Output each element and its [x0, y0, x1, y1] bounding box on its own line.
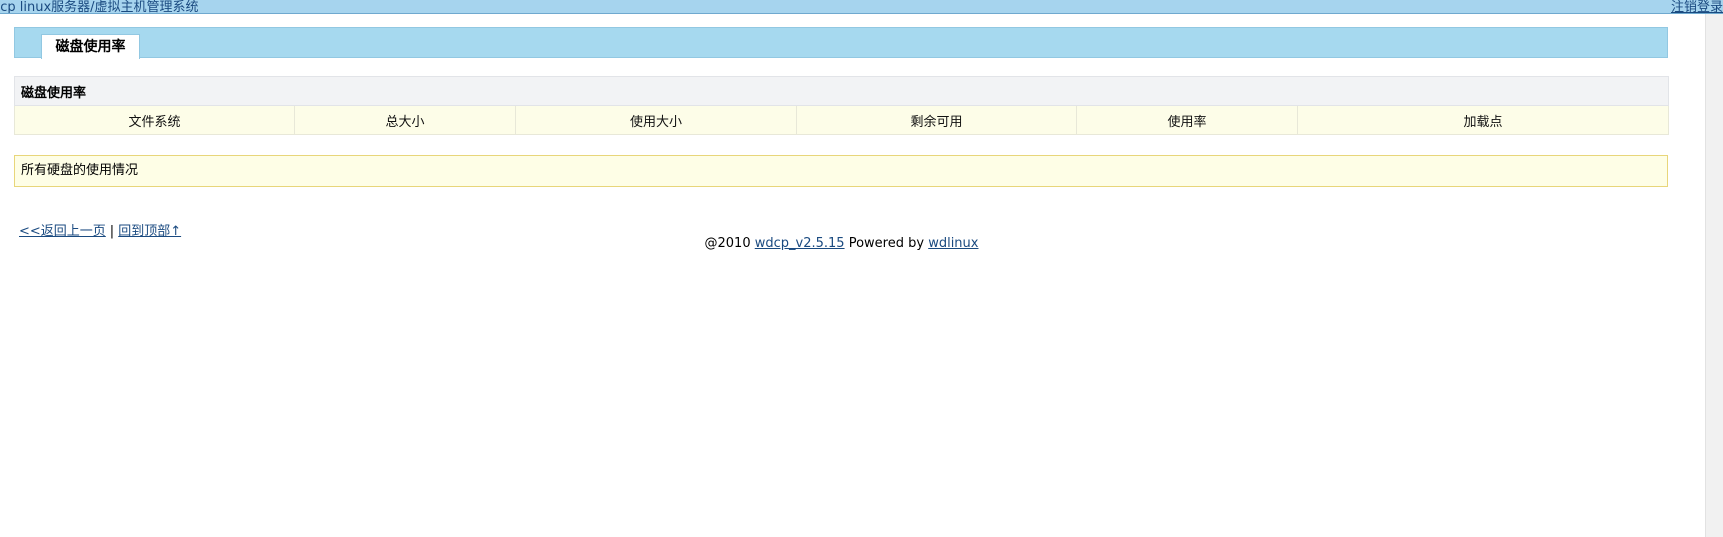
system-title: dcp linux服务器/虚拟主机管理系统 — [0, 0, 199, 14]
vendor-link[interactable]: wdlinux — [928, 236, 978, 251]
logout-link[interactable]: 注销登录 — [1671, 0, 1723, 13]
table-caption: 磁盘使用率 — [13, 76, 1670, 106]
footer: @2010 wdcp_v2.5.15 Powered by wdlinux — [0, 236, 1683, 251]
column-header-total-size: 总大小 — [294, 105, 516, 135]
footer-powered-by: Powered by — [848, 236, 925, 251]
column-header-usage-rate: 使用率 — [1076, 105, 1298, 135]
table-header-row: 文件系统 总大小 使用大小 剩余可用 使用率 加载点 — [14, 105, 1670, 135]
top-header-bar: dcp linux服务器/虚拟主机管理系统 注销登录 — [0, 0, 1723, 14]
column-header-available: 剩余可用 — [796, 105, 1077, 135]
vertical-scrollbar[interactable] — [1705, 14, 1723, 537]
column-header-used-size: 使用大小 — [515, 105, 797, 135]
footer-copyright: @2010 — [704, 236, 751, 251]
column-header-mount-point: 加载点 — [1296, 105, 1670, 135]
disk-usage-table: 磁盘使用率 文件系统 总大小 使用大小 剩余可用 使用率 加载点 — [13, 76, 1670, 135]
table-caption-row: 磁盘使用率 — [13, 76, 1670, 106]
notice-box: 所有硬盘的使用情况 — [14, 155, 1668, 187]
tab-bar: 磁盘使用率 — [14, 27, 1668, 59]
version-link[interactable]: wdcp_v2.5.15 — [755, 236, 845, 251]
tab-disk-usage[interactable]: 磁盘使用率 — [41, 34, 140, 59]
column-header-filesystem: 文件系统 — [14, 105, 295, 135]
